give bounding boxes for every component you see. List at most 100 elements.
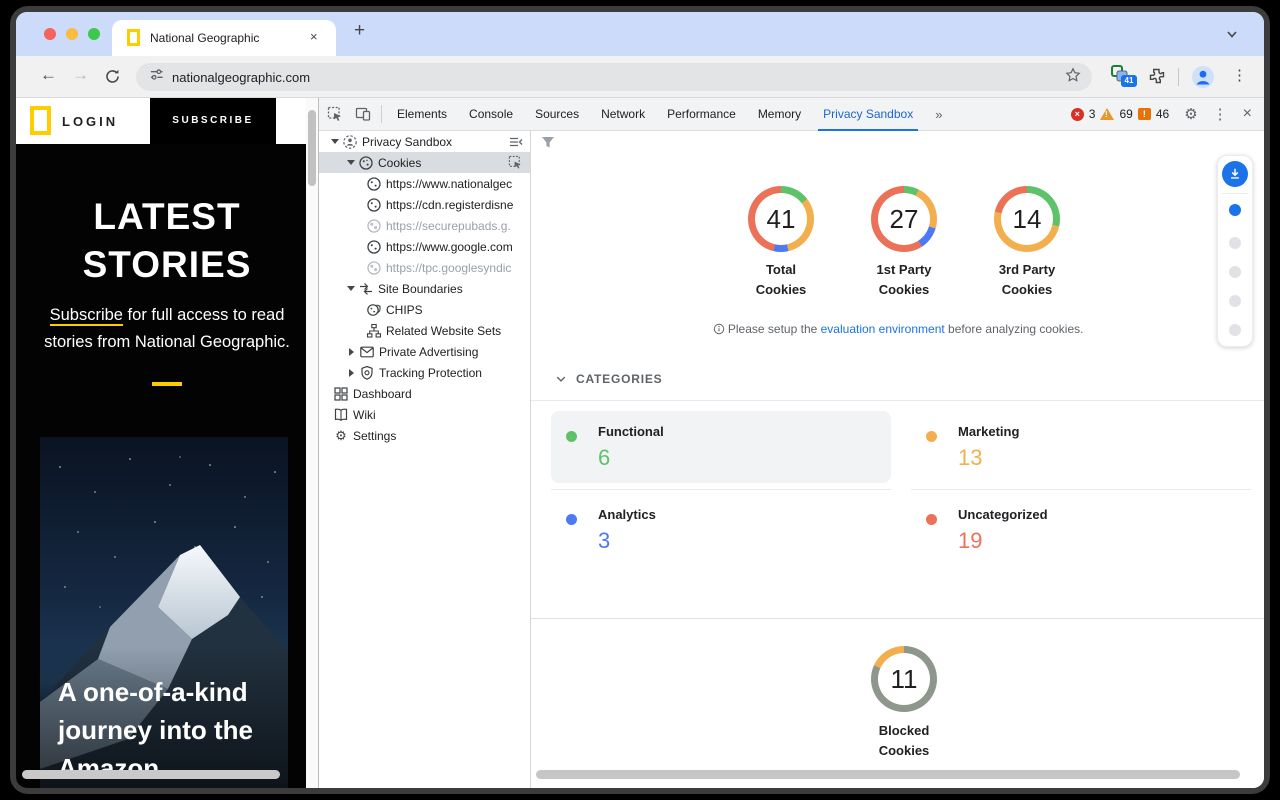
sidebar-item-settings[interactable]: ⚙ Settings — [319, 425, 530, 446]
expanded-arrow-icon[interactable] — [347, 160, 355, 165]
cookie-icon — [366, 197, 382, 213]
browser-tab[interactable]: National Geographic × — [112, 20, 336, 56]
expanded-arrow-icon[interactable] — [347, 286, 355, 291]
traffic-light-zoom[interactable] — [88, 28, 100, 40]
inspect-cookies-icon[interactable] — [508, 155, 524, 171]
tab-console[interactable]: Console — [458, 98, 524, 131]
traffic-light-close[interactable] — [44, 28, 56, 40]
device-toolbar-icon[interactable] — [355, 106, 371, 122]
url-text: nationalgeographic.com — [172, 70, 310, 85]
error-icon[interactable]: × — [1071, 108, 1084, 121]
nav-dot[interactable] — [1229, 237, 1241, 249]
dashboard-icon — [333, 386, 349, 402]
toolbar-divider — [1178, 68, 1179, 86]
blocked-cookies-label: BlockedCookies — [844, 721, 964, 761]
tabbar-divider — [381, 105, 382, 123]
setup-info-message: Please setup the evaluation environment … — [531, 322, 1264, 336]
site-header: LOGIN SUBSCRIBE — [16, 98, 318, 144]
first-party-cookies-donut: 27 — [871, 186, 937, 252]
warning-count: 69 — [1119, 107, 1132, 121]
tab-memory[interactable]: Memory — [747, 98, 812, 131]
extensions-puzzle-icon[interactable] — [1148, 67, 1166, 90]
category-analytics[interactable]: Analytics 3 — [551, 494, 891, 566]
inspect-element-icon[interactable] — [327, 106, 343, 122]
warning-icon[interactable]: ! — [1100, 108, 1114, 120]
traffic-light-minimize[interactable] — [66, 28, 78, 40]
sidebar-item-site-boundaries[interactable]: Site Boundaries — [319, 278, 530, 299]
bookmark-star-icon[interactable] — [1065, 67, 1081, 88]
sidebar-item-url-securepubads[interactable]: https://securepubads.g. — [319, 215, 530, 236]
story-card[interactable]: A one-of-a-kind journey into the Amazon — [40, 437, 288, 788]
nav-dot[interactable] — [1229, 295, 1241, 307]
tab-strip: National Geographic × + — [16, 12, 1264, 56]
collapsed-arrow-icon[interactable] — [349, 369, 354, 377]
download-report-button[interactable] — [1222, 161, 1248, 187]
floating-nav-panel — [1217, 155, 1253, 347]
address-bar[interactable]: nationalgeographic.com — [136, 63, 1092, 91]
back-button[interactable]: ← — [40, 65, 57, 85]
page-horizontal-scrollbar[interactable] — [22, 770, 280, 779]
expanded-arrow-icon[interactable] — [331, 139, 339, 144]
category-functional[interactable]: Functional 6 — [551, 411, 891, 483]
hero-title-line2: STORIES — [16, 244, 318, 286]
tab-sources[interactable]: Sources — [524, 98, 590, 131]
forward-button[interactable]: → — [72, 65, 89, 85]
sidebar-item-url-registerdisney[interactable]: https://cdn.registerdisne — [319, 194, 530, 215]
category-marketing[interactable]: Marketing 13 — [911, 411, 1251, 483]
collapse-sidebar-icon[interactable] — [508, 134, 524, 150]
natgeo-logo[interactable] — [30, 106, 51, 135]
third-party-cookies-donut: 14 — [994, 186, 1060, 252]
row-divider — [551, 489, 891, 490]
third-party-cookies-label: 3rd PartyCookies — [967, 260, 1087, 300]
new-tab-button[interactable]: + — [354, 20, 365, 42]
issues-icon[interactable]: ! — [1138, 108, 1151, 120]
devtools-close-icon[interactable]: × — [1243, 105, 1252, 123]
devtools-menu-icon[interactable]: ⋮ — [1213, 105, 1228, 123]
devtools-horizontal-scrollbar[interactable] — [536, 770, 1240, 779]
more-tabs-icon[interactable]: » — [924, 98, 953, 131]
subscribe-button[interactable]: SUBSCRIBE — [150, 98, 276, 144]
third-party-cookies-value: 14 — [1001, 193, 1053, 245]
nav-dot-active[interactable] — [1229, 204, 1241, 216]
tab-elements[interactable]: Elements — [386, 98, 458, 131]
category-uncategorized[interactable]: Uncategorized 19 — [911, 494, 1251, 566]
sidebar-item-related-website-sets[interactable]: Related Website Sets — [319, 320, 530, 341]
tab-performance[interactable]: Performance — [656, 98, 747, 131]
sidebar-item-cookies[interactable]: Cookies — [319, 152, 530, 173]
nav-dot[interactable] — [1229, 266, 1241, 278]
total-cookies-donut: 41 — [748, 186, 814, 252]
sidebar-item-url-google[interactable]: https://www.google.com — [319, 236, 530, 257]
reload-button[interactable] — [104, 68, 121, 90]
subscribe-text-link[interactable]: Subscribe — [50, 306, 123, 326]
login-link[interactable]: LOGIN — [62, 114, 118, 129]
sidebar-item-chips[interactable]: CHIPS — [319, 299, 530, 320]
sidebar-item-tracking-protection[interactable]: Tracking Protection — [319, 362, 530, 383]
collapsed-arrow-icon[interactable] — [349, 348, 354, 356]
sidebar-item-private-advertising[interactable]: Private Advertising — [319, 341, 530, 362]
profile-avatar[interactable] — [1192, 66, 1214, 88]
chevron-down-icon — [555, 373, 567, 385]
card-caption-line1: A one-of-a-kind — [58, 677, 278, 708]
browser-menu-icon[interactable]: ⋮ — [1232, 66, 1247, 84]
nav-dot[interactable] — [1229, 324, 1241, 336]
tab-close-icon[interactable]: × — [310, 29, 318, 44]
site-settings-icon[interactable] — [149, 67, 164, 87]
settings-gear-icon: ⚙ — [333, 428, 349, 444]
cookie-icon — [366, 260, 382, 276]
filter-funnel-icon[interactable] — [541, 136, 555, 154]
tab-network[interactable]: Network — [590, 98, 656, 131]
categories-header[interactable]: CATEGORIES — [555, 372, 662, 386]
sidebar-item-wiki[interactable]: Wiki — [319, 404, 530, 425]
devtools-settings-gear-icon[interactable]: ⚙ — [1184, 105, 1197, 123]
tab-search-chevron-icon[interactable] — [1224, 26, 1240, 47]
sidebar-item-url-nationalgeographic[interactable]: https://www.nationalgec — [319, 173, 530, 194]
tab-privacy-sandbox[interactable]: Privacy Sandbox — [812, 98, 924, 131]
sidebar-item-privacy-sandbox[interactable]: Privacy Sandbox — [319, 131, 530, 152]
page-scrollbar-thumb[interactable] — [308, 110, 316, 186]
evaluation-environment-link[interactable]: evaluation environment — [821, 322, 945, 336]
psat-extension-icon[interactable]: 41 — [1110, 64, 1136, 90]
section-divider — [531, 618, 1264, 619]
sidebar-item-dashboard[interactable]: Dashboard — [319, 383, 530, 404]
page-vertical-scrollbar[interactable] — [306, 98, 318, 788]
sidebar-item-url-googlesyndication[interactable]: https://tpc.googlesyndic — [319, 257, 530, 278]
